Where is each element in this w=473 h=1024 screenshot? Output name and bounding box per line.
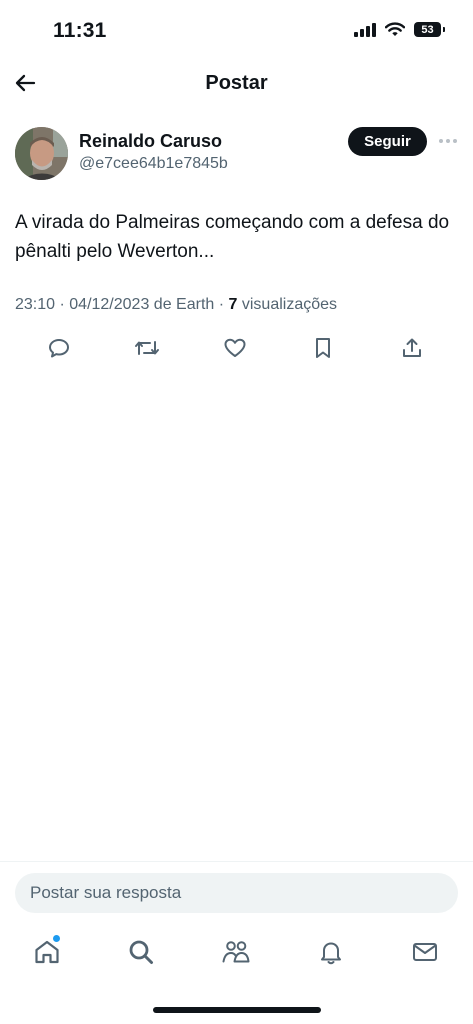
- reply-input[interactable]: [15, 873, 458, 913]
- post-text: A virada do Palmeiras começando com a de…: [15, 212, 450, 262]
- heart-icon: [224, 338, 246, 357]
- battery-icon: 53: [414, 22, 445, 37]
- reply-button[interactable]: [45, 334, 73, 362]
- post-actions: [0, 334, 473, 364]
- post-meta: 23:10 · 04/12/2023 de Earth · 7 visualiz…: [15, 296, 338, 313]
- battery-level: 53: [421, 23, 434, 36]
- reply-divider: [0, 861, 473, 862]
- bookmark-button[interactable]: [309, 334, 337, 362]
- page-title: Postar: [205, 72, 268, 94]
- views-label[interactable]: visualizações: [242, 296, 337, 313]
- tab-search[interactable]: [125, 936, 157, 968]
- header: Postar: [0, 60, 473, 110]
- more-options-button[interactable]: [437, 137, 459, 145]
- more-icon: [439, 139, 443, 143]
- bell-icon: [321, 942, 341, 965]
- bookmark-icon: [316, 338, 330, 358]
- tab-bar: [0, 930, 473, 976]
- comment-icon: [49, 339, 69, 358]
- status-bar: 11:31 53: [0, 0, 473, 60]
- repost-button[interactable]: [133, 334, 161, 362]
- status-icons: 53: [354, 22, 445, 37]
- tab-home[interactable]: [31, 935, 63, 968]
- mail-icon: [413, 943, 437, 961]
- wifi-icon: [385, 22, 405, 36]
- like-button[interactable]: [221, 334, 249, 362]
- tab-communities[interactable]: [220, 936, 252, 968]
- share-icon: [403, 338, 421, 357]
- repost-icon: [135, 341, 159, 355]
- tab-messages[interactable]: [409, 936, 441, 968]
- avatar[interactable]: [15, 127, 68, 180]
- share-button[interactable]: [398, 334, 426, 362]
- post-location: de Earth: [153, 296, 215, 313]
- notification-dot: [53, 935, 60, 942]
- views-count[interactable]: 7: [229, 296, 238, 313]
- author-handle[interactable]: @e7cee64b1e7845b: [79, 155, 228, 173]
- tab-notifications[interactable]: [315, 936, 347, 968]
- avatar-photo: [15, 127, 68, 180]
- follow-button[interactable]: Seguir: [348, 127, 427, 156]
- home-indicator[interactable]: [153, 1007, 321, 1013]
- status-time: 11:31: [53, 19, 107, 42]
- cellular-signal-icon: [354, 22, 376, 37]
- post-date[interactable]: 04/12/2023: [69, 296, 149, 313]
- home-icon: [35, 940, 59, 964]
- search-icon: [129, 940, 153, 964]
- author-name[interactable]: Reinaldo Caruso: [79, 131, 222, 152]
- post-time[interactable]: 23:10: [15, 296, 55, 313]
- communities-icon: [222, 941, 250, 963]
